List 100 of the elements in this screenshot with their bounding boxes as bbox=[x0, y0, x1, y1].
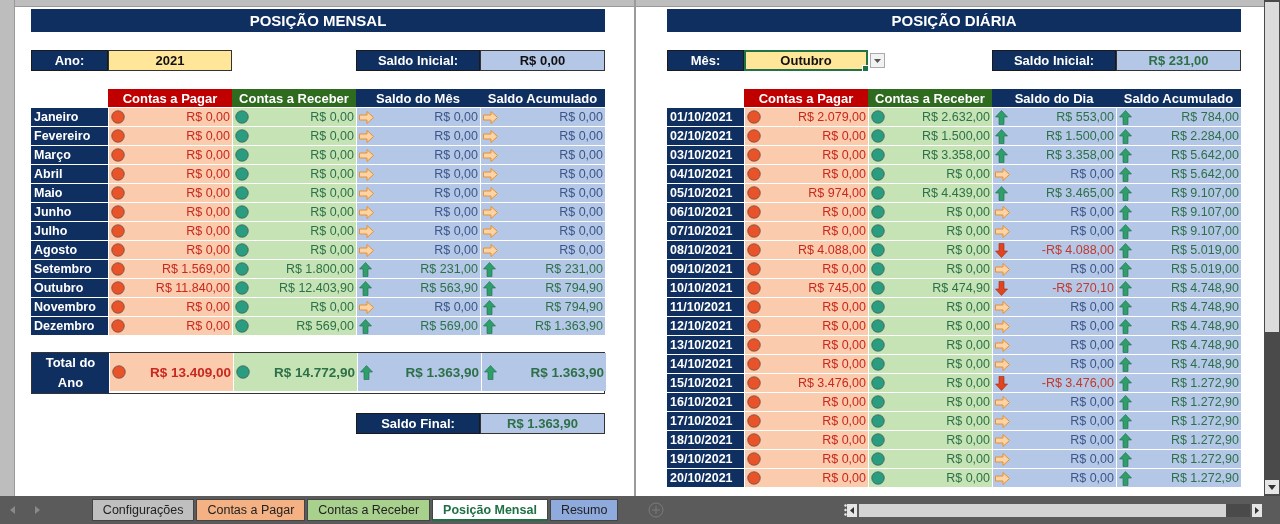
circle-icon bbox=[747, 281, 761, 295]
amount: R$ 0,00 bbox=[186, 300, 230, 314]
amount: R$ 0,00 bbox=[310, 129, 354, 143]
row-label: 16/10/2021 bbox=[667, 393, 744, 411]
circle-icon bbox=[871, 300, 885, 314]
amount: R$ 0,00 bbox=[559, 167, 603, 181]
row-label: Dezembro bbox=[31, 317, 108, 335]
amount: R$ 0,00 bbox=[186, 110, 230, 124]
year-label: Ano: bbox=[31, 50, 108, 71]
amount: R$ 1.272,90 bbox=[1170, 452, 1239, 466]
more-options-icon[interactable] bbox=[844, 504, 848, 516]
row-label: Julho bbox=[31, 222, 108, 240]
scroll-right-button[interactable] bbox=[1252, 503, 1262, 517]
amount: R$ 0,00 bbox=[1070, 395, 1114, 409]
opening-balance-label: Saldo Inicial: bbox=[992, 50, 1116, 71]
circle-icon bbox=[747, 471, 761, 485]
amount: R$ 0,00 bbox=[946, 262, 990, 276]
final-balance-label: Saldo Final: bbox=[356, 413, 480, 434]
amount: R$ 0,00 bbox=[186, 129, 230, 143]
amount: R$ 1.272,90 bbox=[1170, 395, 1239, 409]
circle-icon bbox=[747, 148, 761, 162]
amount: R$ 0,00 bbox=[434, 243, 478, 257]
month-label: Mês: bbox=[667, 50, 744, 71]
sheet-tab[interactable]: Resumo bbox=[549, 499, 619, 521]
row-label: Fevereiro bbox=[31, 127, 108, 145]
circle-icon bbox=[871, 376, 885, 390]
circle-icon bbox=[747, 224, 761, 238]
amount: R$ 0,00 bbox=[946, 243, 990, 257]
sheet-tab[interactable]: Contas a Pagar bbox=[196, 499, 306, 521]
row-label: 04/10/2021 bbox=[667, 165, 744, 183]
month-value[interactable]: Outubro bbox=[744, 50, 868, 71]
amount: R$ 0,00 bbox=[946, 319, 990, 333]
amount: R$ 4.088,00 bbox=[797, 243, 866, 257]
column-header: Saldo Acumulado bbox=[480, 89, 605, 107]
row-label: Abril bbox=[31, 165, 108, 183]
circle-icon bbox=[235, 224, 249, 238]
sheet-title: POSIÇÃO DIÁRIA bbox=[667, 9, 1241, 32]
amount: R$ 0,00 bbox=[822, 414, 866, 428]
circle-icon bbox=[235, 281, 249, 295]
caret-icon bbox=[1268, 484, 1276, 490]
amount: R$ 0,00 bbox=[1070, 300, 1114, 314]
amount: R$ 0,00 bbox=[822, 357, 866, 371]
circle-icon bbox=[111, 262, 125, 276]
circle-icon bbox=[235, 167, 249, 181]
amount: R$ 5.642,00 bbox=[1170, 148, 1239, 162]
amount: R$ 0,00 bbox=[434, 205, 478, 219]
circle-icon bbox=[747, 262, 761, 276]
horizontal-scrollbar[interactable] bbox=[859, 503, 1250, 517]
amount: R$ 3.358,00 bbox=[921, 148, 990, 162]
amount: R$ 0,00 bbox=[559, 224, 603, 238]
amount: R$ 12.403,90 bbox=[278, 281, 354, 295]
row-label: 20/10/2021 bbox=[667, 469, 744, 487]
amount: R$ 231,00 bbox=[420, 262, 478, 276]
row-label: 11/10/2021 bbox=[667, 298, 744, 316]
circle-icon bbox=[871, 224, 885, 238]
circle-icon bbox=[747, 186, 761, 200]
amount: R$ 4.748,90 bbox=[1170, 338, 1239, 352]
amount: R$ 0,00 bbox=[434, 300, 478, 314]
amount: R$ 0,00 bbox=[1070, 357, 1114, 371]
amount: R$ 0,00 bbox=[946, 452, 990, 466]
vertical-scrollbar[interactable] bbox=[1264, 0, 1280, 496]
circle-icon bbox=[235, 300, 249, 314]
row-label: Maio bbox=[31, 184, 108, 202]
row-label: Agosto bbox=[31, 241, 108, 259]
amount: R$ 0,00 bbox=[186, 224, 230, 238]
amount: R$ 1.272,90 bbox=[1170, 471, 1239, 485]
year-value[interactable]: 2021 bbox=[108, 50, 232, 71]
circle-icon bbox=[111, 148, 125, 162]
circle-icon bbox=[871, 433, 885, 447]
amount: R$ 13.409,00 bbox=[149, 364, 231, 380]
circle-icon bbox=[871, 167, 885, 181]
circle-icon bbox=[747, 414, 761, 428]
amount: R$ 1.500,00 bbox=[1045, 129, 1114, 143]
dropdown-button[interactable] bbox=[870, 53, 885, 68]
amount: R$ 0,00 bbox=[310, 110, 354, 124]
amount: -R$ 270,10 bbox=[1052, 281, 1114, 295]
circle-icon bbox=[111, 281, 125, 295]
scroll-left-button[interactable] bbox=[847, 503, 858, 517]
circle-icon bbox=[747, 243, 761, 257]
total-label: Total do Ano bbox=[32, 353, 109, 393]
amount: R$ 0,00 bbox=[822, 205, 866, 219]
circle-icon bbox=[871, 452, 885, 466]
circle-icon bbox=[871, 281, 885, 295]
amount: R$ 3.476,00 bbox=[797, 376, 866, 390]
circle-icon bbox=[747, 110, 761, 124]
amount: R$ 2.284,00 bbox=[1170, 129, 1239, 143]
amount: R$ 0,00 bbox=[946, 395, 990, 409]
circle-icon bbox=[111, 300, 125, 314]
amount: R$ 1.363,90 bbox=[405, 364, 479, 380]
sheet-title: POSIÇÃO MENSAL bbox=[31, 9, 605, 32]
scroll-down-button[interactable] bbox=[1265, 480, 1279, 494]
amount: R$ 1.272,90 bbox=[1170, 414, 1239, 428]
sheet-tab[interactable]: Contas a Receber bbox=[307, 499, 431, 521]
sheet-tab[interactable]: Configurações bbox=[91, 499, 195, 521]
circle-icon bbox=[235, 110, 249, 124]
sheet-tab[interactable]: Posição Mensal bbox=[432, 499, 548, 521]
amount: R$ 0,00 bbox=[822, 338, 866, 352]
amount: R$ 0,00 bbox=[822, 224, 866, 238]
circle-icon bbox=[871, 262, 885, 276]
amount: R$ 0,00 bbox=[559, 148, 603, 162]
